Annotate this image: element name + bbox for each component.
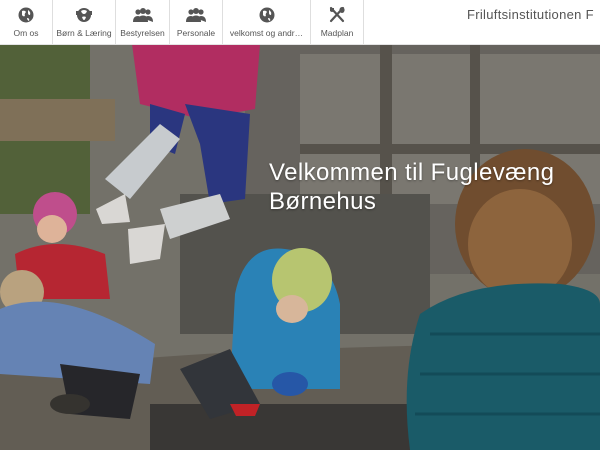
globe-icon: [259, 7, 274, 23]
nav-label: Personale: [176, 28, 216, 38]
nav-item-om-os[interactable]: Om os: [0, 0, 53, 44]
globe-icon: [18, 7, 34, 23]
nav-label: Madplan: [320, 28, 354, 38]
nav-label: Bestyrelsen: [120, 28, 165, 38]
main-nav: Om os Børn & Læring Bestyrelsen Personal…: [0, 0, 364, 44]
nav-item-boern-laering[interactable]: Børn & Læring: [53, 0, 116, 44]
site-title[interactable]: Friluftsinstitutionen F: [467, 7, 594, 22]
nav-label: Børn & Læring: [56, 28, 112, 38]
staff-icon: [186, 8, 206, 22]
nav-item-personale[interactable]: Personale: [170, 0, 223, 44]
nav-item-bestyrelsen[interactable]: Bestyrelsen: [116, 0, 170, 44]
hero-title-line1: Velkommen til Fuglevæng: [269, 159, 555, 186]
puzzle-globe-icon: [76, 8, 92, 22]
group-icon: [132, 8, 153, 22]
hero-banner: Velkommen til Fuglevæng Børnehus: [0, 44, 600, 450]
nav-label: velkomst og andr…: [229, 28, 304, 38]
nav-item-madplan[interactable]: Madplan: [311, 0, 364, 44]
hero-photo: [0, 44, 600, 450]
hero-title-line2: Børnehus: [269, 188, 377, 215]
top-navigation-bar: Om os Børn & Læring Bestyrelsen Personal…: [0, 0, 600, 45]
hero-title: Velkommen til Fuglevæng Børnehus: [269, 158, 554, 216]
nav-item-velkomst[interactable]: velkomst og andr…: [223, 0, 311, 44]
nav-label: Om os: [13, 28, 39, 38]
cutlery-icon: [329, 6, 345, 23]
